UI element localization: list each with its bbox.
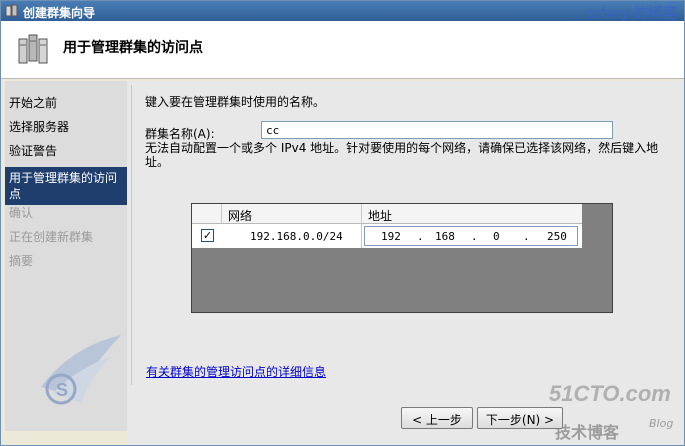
step-confirmation: 确认 <box>9 206 34 220</box>
ipv4-warning-text: 无法自动配置一个或多个 IPv4 地址。针对要使用的每个网络，请确保已选择该网络… <box>145 141 659 169</box>
intro-text: 键入要在管理群集时使用的名称。 <box>145 95 326 109</box>
network-checkbox[interactable]: ✓ <box>201 229 214 242</box>
blog-label-watermark: Blog <box>649 417 674 430</box>
step-validation-warning[interactable]: 验证警告 <box>9 143 57 159</box>
wizard-window: 创建群集向导 ccfxny 的博客 用于管理群集的访问点 开始之前 选择服务器 … <box>0 0 685 446</box>
ip-dot: . <box>523 230 530 243</box>
blog-watermark: ccfxny 的博客 <box>586 5 678 22</box>
ip-octet-1[interactable]: 192 <box>381 230 401 243</box>
more-info-link[interactable]: 有关群集的管理访问点的详细信息 <box>146 363 326 380</box>
ip-octet-3[interactable]: 0 <box>493 230 500 243</box>
step-before-you-begin[interactable]: 开始之前 <box>9 95 57 111</box>
grid-header-checkbox <box>192 204 222 224</box>
step-access-point[interactable]: 用于管理群集的访问点 <box>5 167 127 205</box>
network-grid: 网络 地址 ✓ 192.168.0.0/24 192 . 168 . 0 . 2… <box>191 203 613 313</box>
window-title: 创建群集向导 <box>23 6 96 20</box>
content-divider <box>131 85 132 385</box>
step-select-servers[interactable]: 选择服务器 <box>9 119 69 135</box>
cluster-name-label: 群集名称(A): <box>145 127 215 141</box>
grid-header-network[interactable]: 网络 <box>222 204 362 224</box>
next-button[interactable]: 下一步(N) > <box>477 407 563 429</box>
ip-octet-4[interactable]: 250 <box>547 230 567 243</box>
title-bar[interactable]: 创建群集向导 ccfxny 的博客 <box>1 1 684 22</box>
ip-octet-2[interactable]: 168 <box>435 230 455 243</box>
network-cell: 192.168.0.0/24 <box>222 224 362 248</box>
site-watermark: 51CTO.com <box>549 381 671 406</box>
page-title: 用于管理群集的访问点 <box>63 40 203 56</box>
site-logo-watermark: S <box>41 335 121 405</box>
ip-address-input[interactable]: 192 . 168 . 0 . 250 <box>364 226 578 246</box>
ip-dot: . <box>471 230 478 243</box>
ip-dot: . <box>417 230 424 243</box>
site-sub-watermark: 技术博客 <box>555 423 620 442</box>
step-summary: 摘要 <box>9 254 34 268</box>
cluster-icon <box>18 34 48 64</box>
cluster-app-icon <box>5 4 18 17</box>
table-row[interactable]: ✓ 192.168.0.0/24 192 . 168 . 0 . 250 <box>192 224 582 248</box>
svg-text:S: S <box>56 380 68 400</box>
grid-header-address[interactable]: 地址 <box>362 204 582 224</box>
wizard-header: 用于管理群集的访问点 <box>1 21 684 79</box>
step-creating-cluster: 正在创建新群集 <box>9 230 94 244</box>
cluster-name-input[interactable]: cc <box>261 121 613 139</box>
back-button[interactable]: < 上一步 <box>401 407 473 429</box>
